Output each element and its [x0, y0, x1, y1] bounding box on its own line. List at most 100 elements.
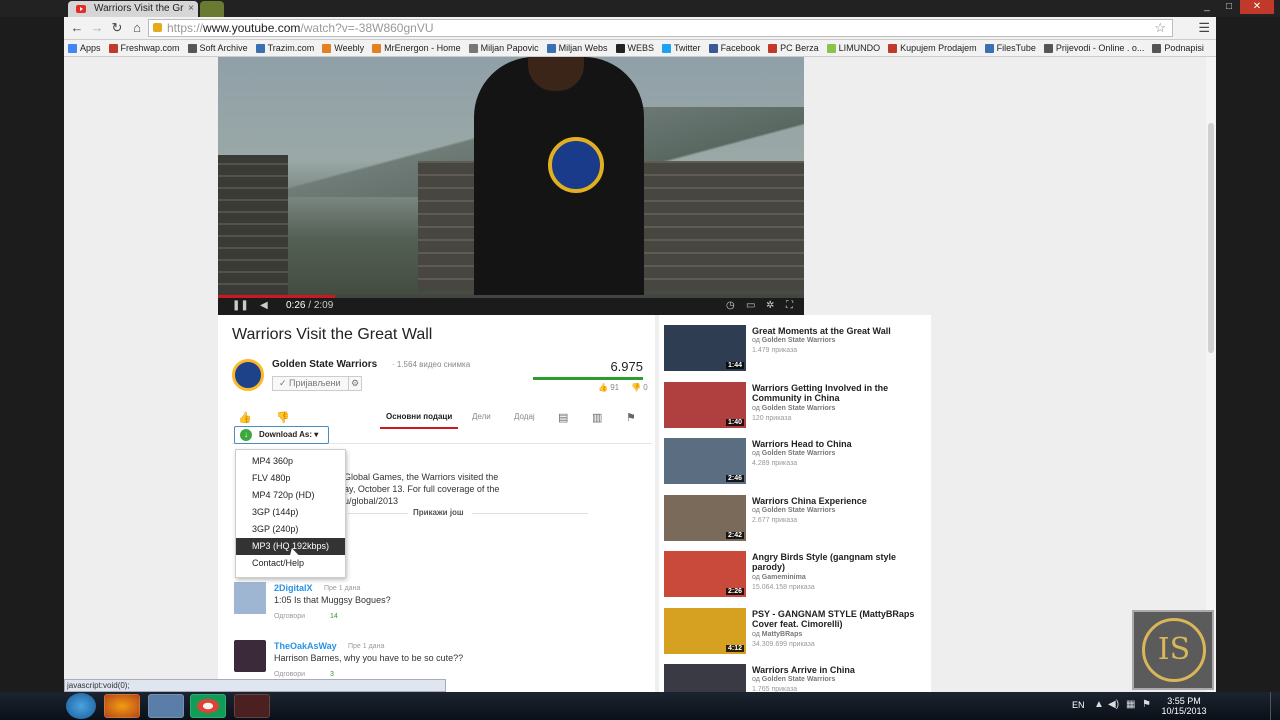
- related-video-thumbnail[interactable]: 4:12: [664, 607, 746, 654]
- flag-icon[interactable]: ⚑: [626, 411, 636, 424]
- related-video-thumbnail[interactable]: 2:26: [664, 551, 746, 597]
- related-video-item[interactable]: 2:26 Angry Birds Style (gangnam style par…: [664, 551, 924, 597]
- show-more-button[interactable]: Прикажи још: [413, 508, 464, 517]
- bookmark-item[interactable]: Facebook: [708, 43, 760, 53]
- bookmark-item[interactable]: Apps: [68, 43, 101, 53]
- download-as-button[interactable]: ↓ Download As: ▾: [234, 426, 329, 444]
- maximize-button[interactable]: □: [1218, 0, 1240, 14]
- close-window-button[interactable]: ✕: [1240, 0, 1274, 14]
- bookmark-item[interactable]: WEBS: [615, 43, 654, 53]
- new-tab-button[interactable]: [200, 1, 224, 17]
- progress-bar[interactable]: [218, 295, 804, 298]
- related-video-thumbnail[interactable]: 2:46: [664, 438, 746, 484]
- chrome-menu-icon[interactable]: ☰: [1198, 20, 1210, 36]
- comment-avatar[interactable]: [234, 582, 266, 614]
- related-video-item[interactable]: 1:40 Warriors Getting Involved in the Com…: [664, 381, 924, 428]
- tray-up-arrow-icon[interactable]: ▲: [1094, 699, 1104, 710]
- related-video-item[interactable]: 2:42 Warriors China Experience од Golden S…: [664, 494, 924, 541]
- bookmark-item[interactable]: PC Berza: [768, 43, 819, 53]
- minimize-button[interactable]: _: [1196, 0, 1218, 14]
- download-format-option[interactable]: FLV 480p: [236, 470, 345, 487]
- download-format-option[interactable]: MP4 360p: [236, 453, 345, 470]
- home-icon[interactable]: ⌂: [128, 20, 146, 36]
- bookmark-item[interactable]: LIMUNDO: [826, 43, 880, 53]
- video-player[interactable]: [218, 57, 804, 315]
- related-video-item[interactable]: Warriors Arrive in China од Golden State …: [664, 664, 924, 692]
- comment-reply-button[interactable]: Одговори: [274, 613, 305, 620]
- bookmark-item[interactable]: Twitter: [662, 43, 701, 53]
- watch-later-icon[interactable]: ◷: [726, 300, 735, 312]
- related-video-item[interactable]: 1:44 Great Moments at the Great Wall од Go…: [664, 325, 924, 371]
- subscription-settings-gear-icon[interactable]: ⚙: [348, 376, 362, 391]
- bookmark-item[interactable]: Prijevodi - Online . o...: [1043, 43, 1144, 53]
- dislike-button-icon[interactable]: 👎: [276, 411, 290, 424]
- comment-username[interactable]: TheOakAsWay: [274, 641, 337, 651]
- recorder-taskbar-icon[interactable]: [234, 694, 270, 718]
- comment-reply-button[interactable]: Одговори: [274, 671, 305, 678]
- bookmark-item[interactable]: FilesTube: [984, 43, 1036, 53]
- clock-date[interactable]: 10/15/2013: [1158, 706, 1210, 716]
- bookmark-item[interactable]: Miljan Papovic: [468, 43, 539, 53]
- bookmark-item[interactable]: Trazim.com: [255, 43, 314, 53]
- bookmark-item[interactable]: MrEnergon - Home: [372, 43, 461, 53]
- related-video-title[interactable]: Warriors Head to China: [752, 439, 922, 449]
- bookmark-item[interactable]: Weebly: [322, 43, 364, 53]
- network-tray-icon[interactable]: ▦: [1126, 699, 1135, 710]
- tab-add[interactable]: Додај: [514, 412, 535, 421]
- explorer-taskbar-icon[interactable]: [148, 694, 184, 718]
- volume-icon[interactable]: ◀: [260, 300, 268, 312]
- channel-name[interactable]: Golden State Warriors: [272, 359, 377, 370]
- like-button-icon[interactable]: 👍: [238, 411, 252, 424]
- language-indicator[interactable]: EN: [1072, 700, 1085, 710]
- related-video-item[interactable]: 4:12 PSY - GANGNAM STYLE (MattyBRaps Cove…: [664, 607, 924, 654]
- comment-username[interactable]: 2DigitalX: [274, 583, 313, 593]
- bookmark-item[interactable]: Podnapisi: [1152, 43, 1204, 53]
- channel-avatar[interactable]: [232, 359, 264, 391]
- settings-gear-icon[interactable]: ✲: [766, 300, 774, 312]
- download-format-option[interactable]: 3GP (144p): [236, 504, 345, 521]
- start-button-icon[interactable]: [66, 693, 96, 719]
- download-format-option[interactable]: MP4 720p (HD): [236, 487, 345, 504]
- youtube-page: ❚❚ ◀ 0:26 / 2:09 ◷ ▭ ✲ ⛶ Warriors Visit …: [64, 57, 1216, 692]
- volume-tray-icon[interactable]: ◀): [1108, 699, 1119, 710]
- statistics-icon[interactable]: ▥: [592, 411, 602, 424]
- related-video-thumbnail[interactable]: 2:42: [664, 494, 746, 541]
- firefox-taskbar-icon[interactable]: [104, 694, 140, 718]
- back-icon[interactable]: ←: [68, 20, 86, 36]
- captions-icon[interactable]: ▭: [746, 300, 755, 312]
- address-bar[interactable]: https://www.youtube.com/watch?v=-38W860g…: [148, 19, 1173, 37]
- tab-share[interactable]: Дели: [472, 412, 491, 421]
- pause-icon[interactable]: ❚❚: [232, 300, 249, 312]
- page-scrollbar[interactable]: [1206, 57, 1216, 692]
- related-video-title[interactable]: Great Moments at the Great Wall: [752, 326, 922, 336]
- bookmark-item[interactable]: Kupujem Prodajem: [888, 43, 977, 53]
- flag-tray-icon[interactable]: ⚑: [1142, 699, 1151, 710]
- show-desktop-button[interactable]: [1270, 692, 1280, 720]
- transcript-icon[interactable]: ▤: [558, 411, 568, 424]
- related-video-thumbnail[interactable]: 1:40: [664, 381, 746, 428]
- related-video-thumbnail[interactable]: 1:44: [664, 325, 746, 371]
- comment-avatar[interactable]: [234, 640, 266, 672]
- related-video-title[interactable]: Warriors China Experience: [752, 496, 922, 506]
- download-format-option[interactable]: 3GP (240p): [236, 521, 345, 538]
- browser-tab-active[interactable]: Warriors Visit the Gr ×: [68, 1, 198, 17]
- related-video-title[interactable]: Warriors Arrive in China: [752, 665, 922, 675]
- forward-icon[interactable]: →: [88, 20, 106, 36]
- reload-icon[interactable]: ↻: [108, 20, 126, 36]
- related-video-title[interactable]: PSY - GANGNAM STYLE (MattyBRaps Cover fe…: [752, 609, 922, 629]
- scrollbar-thumb[interactable]: [1208, 123, 1214, 353]
- tab-about[interactable]: Основни подаци: [386, 412, 452, 421]
- related-video-title[interactable]: Warriors Getting Involved in the Communi…: [752, 383, 922, 403]
- bookmark-item[interactable]: Miljan Webs: [546, 43, 608, 53]
- clock-time[interactable]: 3:55 PM: [1162, 696, 1206, 706]
- bookmark-item[interactable]: Freshwap.com: [108, 43, 180, 53]
- subscribed-button[interactable]: ✓ Пријављени: [272, 376, 352, 391]
- related-video-item[interactable]: 2:46 Warriors Head to China од Golden Stat…: [664, 438, 924, 484]
- tab-close-icon[interactable]: ×: [188, 1, 194, 16]
- fullscreen-icon[interactable]: ⛶: [786, 300, 793, 312]
- bookmark-item[interactable]: Soft Archive: [187, 43, 248, 53]
- related-video-title[interactable]: Angry Birds Style (gangnam style parody): [752, 552, 922, 572]
- related-video-thumbnail[interactable]: [664, 664, 746, 692]
- chrome-taskbar-icon[interactable]: [190, 694, 226, 718]
- bookmark-star-icon[interactable]: ☆: [1154, 20, 1166, 36]
